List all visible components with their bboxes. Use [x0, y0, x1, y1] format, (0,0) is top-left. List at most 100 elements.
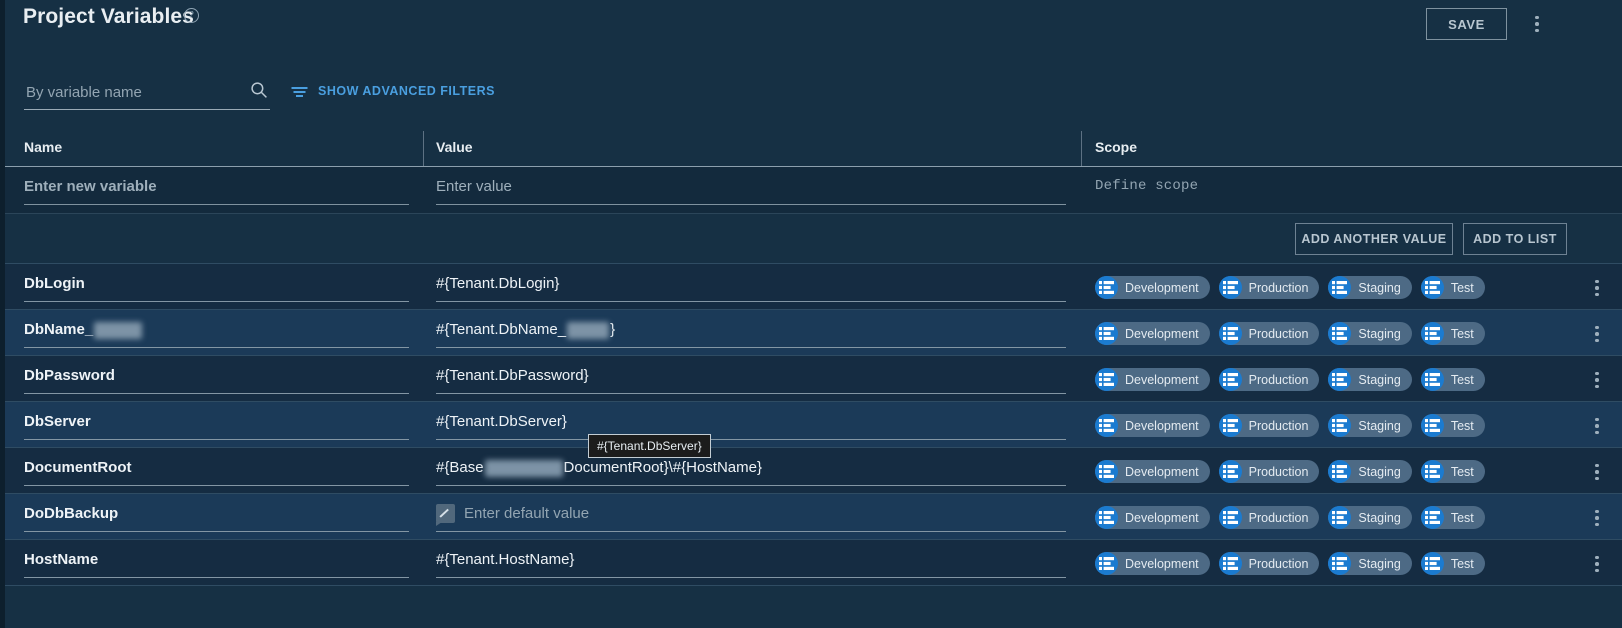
search-input[interactable]: [24, 78, 234, 106]
variable-value-text: #{Tenant.DbPassword}: [436, 367, 589, 384]
scope-chip-staging[interactable]: Staging: [1328, 276, 1412, 299]
environment-list-icon: [1095, 276, 1118, 299]
scope-chip-test[interactable]: Test: [1420, 276, 1485, 299]
redacted-block: [94, 321, 143, 339]
scope-chip-test[interactable]: Test: [1420, 460, 1485, 483]
scope-chip-development[interactable]: Development: [1095, 322, 1210, 345]
scope-chip-test[interactable]: Test: [1420, 552, 1485, 575]
variable-value-input[interactable]: #{Tenant.DbPassword}: [436, 365, 1066, 394]
scope-chip-production[interactable]: Production: [1218, 460, 1320, 483]
row-overflow-menu-icon[interactable]: [1587, 460, 1607, 484]
save-button[interactable]: SAVE: [1426, 8, 1507, 40]
variable-name-text: DbServer: [24, 413, 91, 430]
variable-value-text: DocumentRoot}\#{HostName}: [563, 459, 762, 476]
scope-chip-production[interactable]: Production: [1218, 552, 1320, 575]
environment-list-icon: [1095, 414, 1118, 437]
scope-chip-staging[interactable]: Staging: [1328, 552, 1412, 575]
project-variables-page: Project Variables ? SAVE By variable nam…: [0, 0, 1622, 628]
table-row[interactable]: DocumentRoot #{Base DocumentRoot}\#{HostNa…: [5, 447, 1622, 494]
scope-chip-development[interactable]: Development: [1095, 368, 1210, 391]
column-divider: [423, 131, 424, 166]
scope-chip-label: Test: [1450, 510, 1474, 525]
table-row[interactable]: DbServer #{Tenant.DbServer} Development P…: [5, 401, 1622, 448]
scope-chip-label: Test: [1450, 372, 1474, 387]
variable-value-text: #{Tenant.HostName}: [436, 551, 575, 568]
column-divider: [1081, 131, 1082, 166]
help-circle-icon[interactable]: ?: [184, 8, 199, 23]
scope-chip-development[interactable]: Development: [1095, 552, 1210, 575]
new-variable-scope-input[interactable]: Define scope: [1095, 175, 1395, 205]
scope-chip-production[interactable]: Production: [1218, 414, 1320, 437]
scope-chip-staging[interactable]: Staging: [1328, 368, 1412, 391]
scope-chip-label: Test: [1450, 326, 1474, 341]
variable-name-input[interactable]: DocumentRoot: [24, 457, 409, 486]
row-overflow-menu-icon[interactable]: [1587, 368, 1607, 392]
table-row[interactable]: DbName_ #{Tenant.DbName_} Development Pro…: [5, 309, 1622, 356]
variable-value-input[interactable]: #{Tenant.DbLogin}: [436, 273, 1066, 302]
variable-value-input[interactable]: #{Tenant.DbName_}: [436, 319, 1066, 348]
scope-chip-production[interactable]: Production: [1218, 506, 1320, 529]
variable-value-input[interactable]: #{Base DocumentRoot}\#{HostName}: [436, 457, 1066, 486]
environment-list-icon: [1420, 368, 1444, 391]
scope-chip-development[interactable]: Development: [1095, 276, 1210, 299]
new-variable-value-input[interactable]: Enter value: [436, 175, 1066, 205]
scope-chip-label: Staging: [1358, 418, 1401, 433]
table-row[interactable]: DoDbBackup Enter default value Developmen…: [5, 493, 1622, 540]
variable-value-text: }: [610, 321, 616, 338]
scope-chip-test[interactable]: Test: [1420, 368, 1485, 391]
environment-list-icon: [1218, 322, 1242, 345]
scope-chip-staging[interactable]: Staging: [1328, 460, 1412, 483]
variable-name-input[interactable]: DoDbBackup: [24, 503, 409, 532]
variable-name-input[interactable]: DbServer: [24, 411, 409, 440]
row-overflow-menu-icon[interactable]: [1587, 276, 1607, 300]
environment-list-icon: [1095, 506, 1118, 529]
new-variable-row: Enter new variable Enter value Define sc…: [5, 167, 1622, 213]
row-overflow-menu-icon[interactable]: [1587, 552, 1607, 576]
expression-disabled-icon[interactable]: [436, 504, 455, 523]
scope-chip-test[interactable]: Test: [1420, 506, 1485, 529]
table-row[interactable]: DbPassword #{Tenant.DbPassword} Developme…: [5, 355, 1622, 402]
environment-list-icon: [1328, 506, 1352, 529]
show-advanced-filters-button[interactable]: SHOW ADVANCED FILTERS: [291, 84, 495, 98]
variable-name-input[interactable]: DbLogin: [24, 273, 409, 302]
row-overflow-menu-icon[interactable]: [1587, 506, 1607, 530]
search-icon[interactable]: [250, 81, 268, 99]
variable-value-input[interactable]: #{Tenant.DbServer}: [436, 411, 1066, 440]
scope-chip-staging[interactable]: Staging: [1328, 322, 1412, 345]
variable-value-input[interactable]: #{Tenant.HostName}: [436, 549, 1066, 578]
variable-name-text: DocumentRoot: [24, 459, 132, 476]
row-overflow-menu-icon[interactable]: [1587, 322, 1607, 346]
column-header-name: Name: [24, 139, 63, 155]
add-another-value-button[interactable]: ADD ANOTHER VALUE: [1295, 223, 1453, 255]
row-overflow-menu-icon[interactable]: [1587, 414, 1607, 438]
variable-name-text: HostName: [24, 551, 99, 568]
variable-name-text: DoDbBackup: [24, 505, 119, 522]
header-overflow-menu-icon[interactable]: [1527, 12, 1547, 36]
variable-name-input[interactable]: DbPassword: [24, 365, 409, 394]
scope-chip-staging[interactable]: Staging: [1328, 414, 1412, 437]
table-row[interactable]: HostName #{Tenant.HostName} Development P…: [5, 539, 1622, 586]
scope-chip-development[interactable]: Development: [1095, 414, 1210, 437]
variable-name-input[interactable]: DbName_: [24, 319, 409, 348]
environment-list-icon: [1218, 276, 1242, 299]
scope-chip-development[interactable]: Development: [1095, 506, 1210, 529]
variable-value-text: #{Base: [436, 459, 484, 476]
environment-list-icon: [1328, 276, 1352, 299]
variable-value-input[interactable]: Enter default value: [436, 503, 1066, 532]
add-to-list-button[interactable]: ADD TO LIST: [1463, 223, 1567, 255]
scope-chip-label: Staging: [1358, 372, 1401, 387]
scope-chip-production[interactable]: Production: [1218, 368, 1320, 391]
scope-chip-test[interactable]: Test: [1420, 414, 1485, 437]
scope-chip-staging[interactable]: Staging: [1328, 506, 1412, 529]
scope-chip-production[interactable]: Production: [1218, 322, 1320, 345]
scope-chip-production[interactable]: Production: [1218, 276, 1320, 299]
scope-chip-list: Development Production Staging Test: [1095, 368, 1485, 391]
environment-list-icon: [1095, 368, 1118, 391]
scope-chip-list: Development Production Staging Test: [1095, 414, 1485, 437]
variable-name-input[interactable]: HostName: [24, 549, 409, 578]
environment-list-icon: [1420, 506, 1444, 529]
scope-chip-test[interactable]: Test: [1420, 322, 1485, 345]
table-row[interactable]: DbLogin #{Tenant.DbLogin} Development Pro…: [5, 263, 1622, 310]
scope-chip-development[interactable]: Development: [1095, 460, 1210, 483]
new-variable-name-input[interactable]: Enter new variable: [24, 175, 409, 205]
